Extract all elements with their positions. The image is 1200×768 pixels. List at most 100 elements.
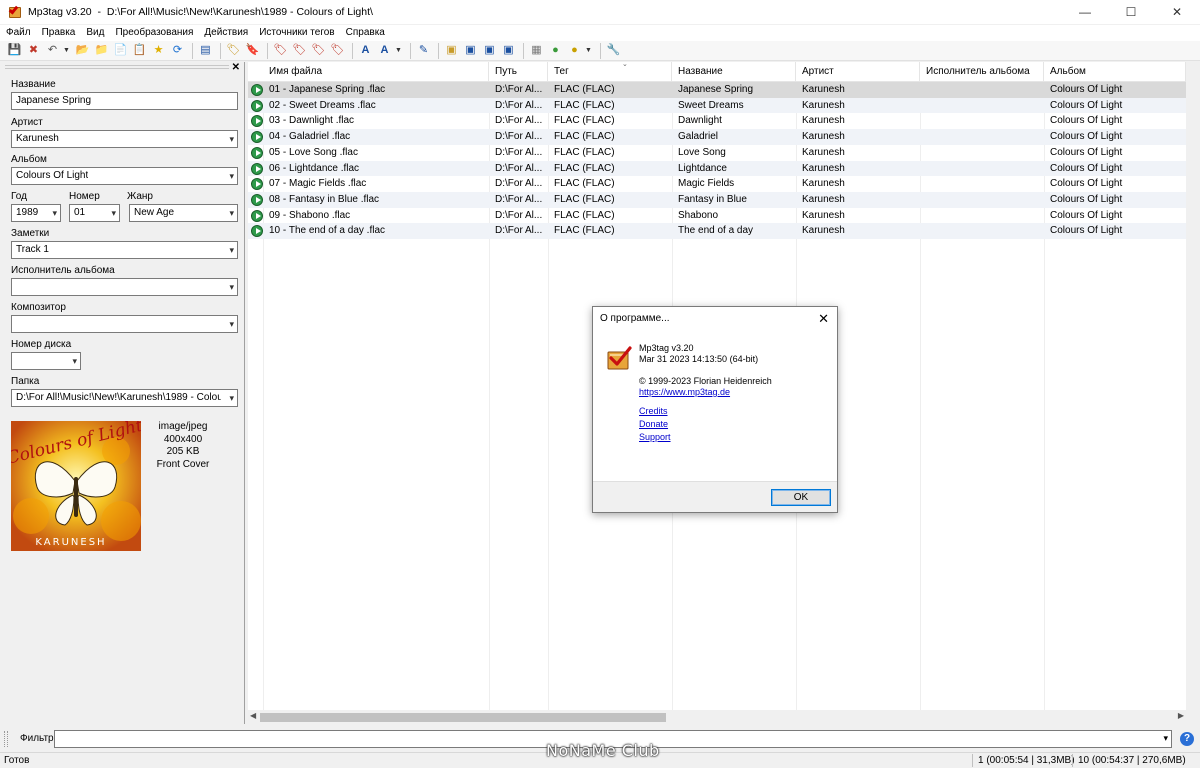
tag-from-filename-icon[interactable]: 🏷 [225,42,242,59]
table-row[interactable]: 05 - Love Song .flac D:\For Al... FLAC (… [248,145,1188,161]
chevron-down-icon[interactable]: ▾ [229,242,234,258]
tag-extra-icon[interactable]: 🏷 [329,42,346,59]
chevron-down-icon[interactable]: ▾ [229,390,234,406]
maximize-button[interactable]: ☐ [1108,0,1154,24]
table-row[interactable]: 03 - Dawnlight .flac D:\For Al... FLAC (… [248,113,1188,129]
scrollbar-thumb[interactable] [260,713,666,722]
column-album[interactable]: Альбом [1044,62,1186,82]
comment-field[interactable]: Track 1 ▾ [11,241,238,259]
table-row[interactable]: 10 - The end of a day .flac D:\For Al...… [248,223,1188,239]
refresh-icon[interactable]: ⟳ [169,42,186,59]
play-icon[interactable] [251,84,263,96]
close-panel-icon[interactable]: ✕ [232,62,240,73]
credits-link[interactable]: Credits [639,406,668,417]
column-album-artist[interactable]: Исполнитель альбома [920,62,1044,82]
actions-icon[interactable]: A [376,42,393,59]
table-row[interactable]: 02 - Sweet Dreams .flac D:\For Al... FLA… [248,97,1188,114]
add-dir-icon[interactable]: 📁 [93,42,110,59]
artist-field[interactable]: Karunesh ▾ [11,130,238,148]
minimize-button[interactable]: — [1062,0,1108,24]
menu-convert[interactable]: Преобразования [109,25,198,41]
change-dir-icon[interactable]: 📂 [74,42,91,59]
column-path[interactable]: Путь [489,62,548,82]
web-sources-icon[interactable]: ● [566,42,583,59]
tag-source-1-icon[interactable]: ▣ [443,42,460,59]
close-button[interactable]: ✕ [1154,0,1200,24]
title-field[interactable]: Japanese Spring [11,92,238,110]
tag-source-2-icon[interactable]: ▣ [462,42,479,59]
chevron-down-icon[interactable]: ▾ [229,316,234,332]
year-field[interactable]: 1989 ▾ [11,204,61,222]
dialog-close-icon[interactable]: ✕ [818,311,829,327]
table-row[interactable]: 07 - Magic Fields .flac D:\For Al... FLA… [248,176,1188,192]
folder-field[interactable]: D:\For All!\Music!\New!\Karunesh\1989 - … [11,389,238,407]
freedb-icon[interactable]: ▦ [528,42,545,59]
play-icon[interactable] [251,178,263,191]
remove-tag-icon[interactable]: ✖ [25,42,42,59]
autonumber-icon[interactable]: 🏷 [310,42,327,59]
donate-link[interactable]: Donate [639,419,668,430]
web-sources-dropdown-caret[interactable]: ▼ [585,47,592,54]
filename-from-tag-icon[interactable]: 🔖 [244,42,261,59]
horizontal-scrollbar[interactable]: ◀ ▶ [248,710,1200,724]
chevron-down-icon[interactable]: ▾ [229,279,234,295]
chevron-down-icon[interactable]: ▾ [52,205,57,221]
column-filename[interactable]: Имя файла [263,62,489,82]
scroll-left-icon[interactable]: ◀ [250,711,256,720]
play-icon[interactable] [251,146,263,159]
album-field[interactable]: Colours Of Light ▾ [11,167,238,185]
menu-view[interactable]: Вид [80,25,109,41]
menu-file[interactable]: Файл [0,25,36,41]
table-row[interactable]: 06 - Lightdance .flac D:\For Al... FLAC … [248,160,1188,177]
ok-button[interactable]: OK [771,489,831,506]
export-icon[interactable]: 📋 [131,42,148,59]
cover-art[interactable]: Colours of Light KARUNESH [11,421,141,551]
disc-number-field[interactable]: ▾ [11,352,81,370]
play-icon[interactable] [251,162,263,175]
vertical-scrollbar[interactable] [1186,62,1200,710]
table-row[interactable]: 08 - Fantasy in Blue .flac D:\For Al... … [248,191,1188,208]
chevron-down-icon[interactable]: ▾ [1163,733,1168,744]
chevron-down-icon[interactable]: ▾ [229,205,234,221]
chevron-down-icon[interactable]: ▾ [229,131,234,147]
composer-field[interactable]: ▾ [11,315,238,333]
save-icon[interactable]: 💾 [6,42,23,59]
undo-icon[interactable]: ↶ [44,42,61,59]
text-file-tag-icon[interactable]: 🏷 [291,42,308,59]
play-icon[interactable] [251,225,263,238]
tag-source-3-icon[interactable]: ▣ [481,42,498,59]
tag-from-tag-icon[interactable]: 🏷 [272,42,289,59]
tools-icon[interactable]: 🔧 [605,42,622,59]
scroll-right-icon[interactable]: ▶ [1178,711,1184,720]
play-icon[interactable] [251,193,263,206]
support-link[interactable]: Support [639,432,671,443]
play-icon[interactable] [251,209,263,222]
website-link[interactable]: https://www.mp3tag.de [639,387,730,398]
save-playlist-icon[interactable]: 📄 [112,42,129,59]
play-icon[interactable] [251,115,263,128]
chevron-down-icon[interactable]: ▾ [111,205,116,221]
musicbrainz-icon[interactable]: ● [547,42,564,59]
play-icon[interactable] [251,131,263,144]
table-row[interactable]: 04 - Galadriel .flac D:\For Al... FLAC (… [248,129,1188,145]
help-icon[interactable]: ? [1180,732,1194,746]
table-row[interactable]: 09 - Shabono .flac D:\For Al... FLAC (FL… [248,208,1188,224]
favorites-icon[interactable]: ★ [150,42,167,59]
menu-edit[interactable]: Правка [36,25,81,41]
column-artist[interactable]: Артист [796,62,920,82]
edit-icon[interactable]: ✎ [415,42,432,59]
menu-help[interactable]: Справка [340,25,390,41]
menu-tag-sources[interactable]: Источники тегов [253,25,339,41]
options-icon[interactable]: ▤ [197,42,214,59]
actions-dropdown-caret[interactable]: ▼ [395,47,402,54]
undo-dropdown-caret[interactable]: ▼ [63,47,70,54]
menu-actions[interactable]: Действия [198,25,253,41]
table-row[interactable]: 01 - Japanese Spring .flac D:\For Al... … [248,82,1188,98]
tag-source-4-icon[interactable]: ▣ [500,42,517,59]
case-conversion-icon[interactable]: A [357,42,374,59]
chevron-down-icon[interactable]: ▾ [229,168,234,184]
album-artist-field[interactable]: ▾ [11,278,238,296]
column-tag[interactable]: Тег [548,62,672,82]
track-field[interactable]: 01 ▾ [69,204,120,222]
play-icon[interactable] [251,99,263,112]
